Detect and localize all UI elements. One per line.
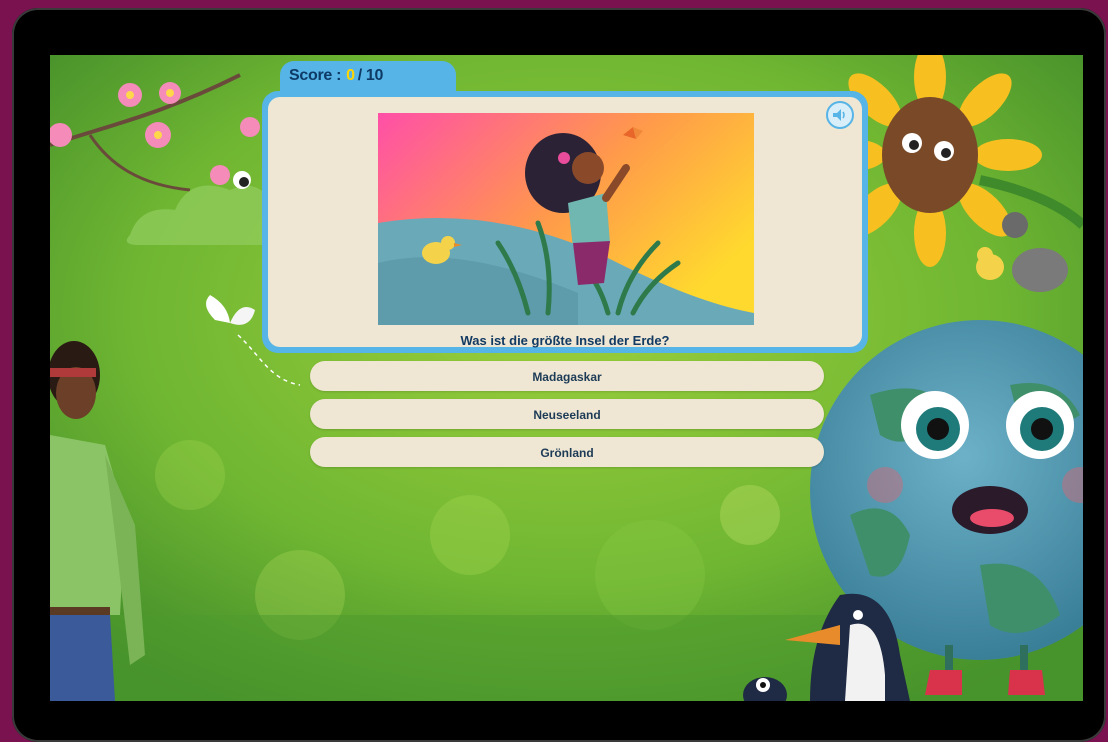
score-separator: /: [357, 67, 362, 84]
score-current: 0: [346, 67, 355, 84]
question-illustration: [378, 113, 754, 325]
speaker-icon[interactable]: [826, 101, 854, 129]
question-text: Was ist die größte Insel der Erde?: [460, 333, 670, 348]
question-card: Was ist die größte Insel der Erde?: [262, 91, 868, 353]
answer-option-2[interactable]: Neuseeland: [310, 399, 824, 429]
score-total: 10: [365, 67, 384, 84]
question-panel: Was ist die größte Insel der Erde?: [268, 97, 862, 348]
answer-option-1[interactable]: Madagaskar: [310, 361, 824, 391]
game-screen: Score : 0 / 10 Was ist die größte Insel …: [50, 55, 1083, 701]
score-display: Score : 0 / 10: [280, 61, 456, 95]
score-label: Score :: [289, 67, 342, 84]
answer-option-3[interactable]: Grönland: [310, 437, 824, 467]
